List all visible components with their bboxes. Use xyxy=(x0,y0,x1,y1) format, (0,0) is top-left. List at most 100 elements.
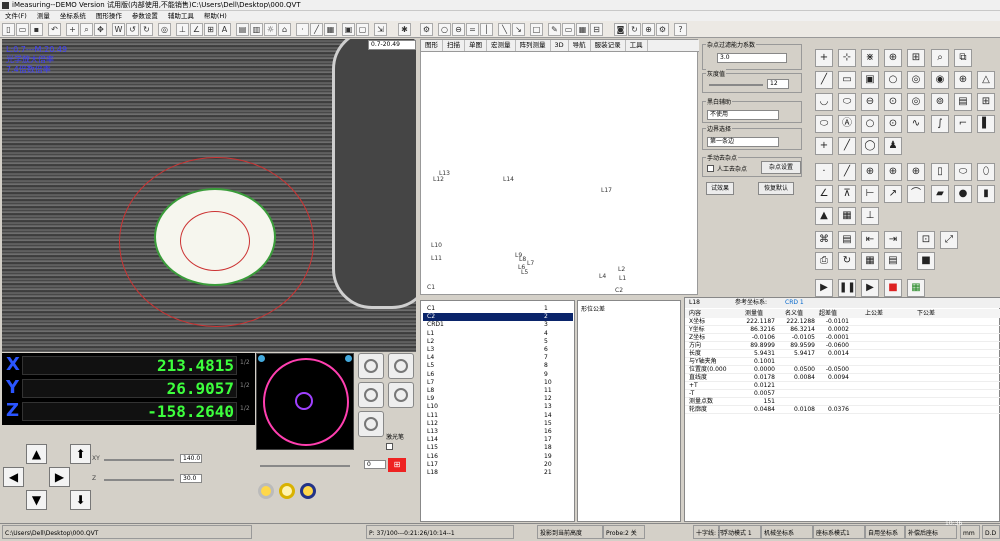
line-tool-icon[interactable]: ╱ xyxy=(838,137,856,155)
feature-list-item[interactable]: L5 8 xyxy=(423,362,573,370)
ring-fit-icon[interactable]: ◎ xyxy=(907,93,925,111)
dot-icon[interactable]: · xyxy=(815,163,833,181)
light-icon[interactable]: ☼ xyxy=(264,23,277,36)
arrow-icon[interactable]: ↘ xyxy=(512,23,525,36)
move-up-button[interactable]: ▲ xyxy=(26,444,47,464)
focus-slider[interactable] xyxy=(260,465,350,467)
fill-circle-icon[interactable]: ● xyxy=(954,185,972,203)
z-up-button[interactable]: ⬆ xyxy=(70,444,91,464)
result-row[interactable]: 直线度 0.0178 0.0084 0.0094 xyxy=(685,374,1000,382)
expand-icon[interactable]: ⊞ xyxy=(977,93,995,111)
auto-circle-icon[interactable]: ◉ xyxy=(931,71,949,89)
feature-list-item[interactable]: L13 16 xyxy=(423,428,573,436)
circle-tool-icon[interactable]: ○ xyxy=(884,71,902,89)
move-icon[interactable]: ✥ xyxy=(94,23,107,36)
tab-scan[interactable]: 扫描 xyxy=(443,40,465,51)
result-row[interactable]: 方向 89.8999 89.9599 -0.0600 xyxy=(685,342,1000,350)
feature-label[interactable]: L14 xyxy=(503,176,514,183)
feature-list-item[interactable]: L10 13 xyxy=(423,403,573,411)
lens-select[interactable]: 0.7-20.49 xyxy=(368,40,416,50)
feature-label[interactable]: L1 xyxy=(619,275,626,282)
calc-icon[interactable]: ▦ xyxy=(576,23,589,36)
rotate-right-icon[interactable]: ↻ xyxy=(140,23,153,36)
result-row[interactable]: Z坐标 -0.0106 -0.0105 -0.0001 xyxy=(685,334,1000,342)
select-box-icon[interactable]: □ xyxy=(530,23,543,36)
auto-icon[interactable]: A xyxy=(218,23,231,36)
feature-list-item[interactable]: L18 21 xyxy=(423,469,573,477)
rect-tool-icon[interactable]: ▭ xyxy=(838,71,856,89)
segment-light-button[interactable] xyxy=(358,382,384,408)
program-tool-icon[interactable]: ⌘ xyxy=(815,231,833,249)
edit-icon[interactable]: ✎ xyxy=(548,23,561,36)
feature-label[interactable]: L5 xyxy=(521,269,528,276)
manual-checkbox[interactable] xyxy=(707,165,714,172)
feature-list-item[interactable]: CRD1 3 xyxy=(423,321,573,329)
circle-plus3-icon[interactable]: ⊕ xyxy=(907,163,925,181)
feature-label[interactable]: L7 xyxy=(527,260,534,267)
result-row[interactable]: Y坐标 86.3216 86.3214 0.0002 xyxy=(685,326,1000,334)
settings-icon[interactable]: ⚙ xyxy=(420,23,433,36)
graphics-view[interactable]: 图形 扫描 单图 宏测量 阵列测量 3D 导航 服装记录 工具 L12 L13 L14 L17 … xyxy=(420,39,699,295)
y-half-button[interactable]: 1/2 xyxy=(240,382,250,389)
z-down-button[interactable]: ⬇ xyxy=(70,490,91,510)
y-readout[interactable]: 26.9057 xyxy=(22,379,237,398)
feature-list-item[interactable]: C2 2 xyxy=(423,313,573,322)
intersection-icon[interactable]: ⋇ xyxy=(861,49,879,67)
circle-small-icon[interactable]: ◯ xyxy=(861,137,879,155)
tab-record[interactable]: 服装记录 xyxy=(591,40,626,51)
tab-graphics[interactable]: 图形 xyxy=(421,40,443,51)
focus-value[interactable]: 0 xyxy=(364,460,386,469)
ellipse-tool-icon[interactable]: ⊖ xyxy=(452,23,465,36)
result-row[interactable]: 与Y轴夹角 0.1001 xyxy=(685,358,1000,366)
circle-plus-icon[interactable]: ⊕ xyxy=(861,163,879,181)
slot-icon[interactable]: ⬭ xyxy=(954,163,972,181)
triangle-icon[interactable]: △ xyxy=(977,71,995,89)
camera-view[interactable]: L:0.7---M:20.49 光学放大倍率 7.4倍数倍率 xyxy=(2,39,416,352)
z-readout[interactable]: -158.2640 xyxy=(22,402,237,421)
result-row[interactable]: +T 0.0121 xyxy=(685,382,1000,390)
z-speed-value[interactable]: 30.0 xyxy=(180,474,202,483)
ellipse-fit-icon[interactable]: ⊖ xyxy=(861,93,879,111)
segment-light-button[interactable] xyxy=(388,382,414,408)
result-row[interactable]: -T 0.0057 xyxy=(685,390,1000,398)
play-icon[interactable]: ▶ xyxy=(815,279,833,297)
feature-list-item[interactable]: L7 10 xyxy=(423,379,573,387)
rotate-left-icon[interactable]: ↺ xyxy=(126,23,139,36)
image-icon[interactable]: ▥ xyxy=(250,23,263,36)
ring-light-button[interactable] xyxy=(388,353,414,379)
feature-label[interactable]: L4 xyxy=(599,273,606,280)
move-left-button[interactable]: ◀ xyxy=(3,467,24,487)
eraser-icon[interactable]: ▰ xyxy=(931,185,949,203)
move-right-button[interactable]: ▶ xyxy=(49,467,70,487)
undo-icon[interactable]: ↶ xyxy=(48,23,61,36)
tolerance-tree[interactable]: 形位公差 xyxy=(577,300,681,522)
xy-speed-slider[interactable] xyxy=(104,459,174,461)
result-row[interactable]: X坐标 222.1187 222.1288 -0.0101 xyxy=(685,318,1000,326)
line-icon[interactable]: ╱ xyxy=(815,71,833,89)
tab-single[interactable]: 单图 xyxy=(465,40,487,51)
wave-icon[interactable]: ∿ xyxy=(907,115,925,133)
gear-icon[interactable]: ⚙ xyxy=(656,23,669,36)
fold-icon[interactable]: ↗ xyxy=(884,185,902,203)
export-icon[interactable]: ⇲ xyxy=(374,23,387,36)
shape-icon[interactable]: ⌒ xyxy=(907,185,925,203)
focus-point-icon[interactable]: ⊚ xyxy=(931,93,949,111)
feature-list-item[interactable]: L6 9 xyxy=(423,371,573,379)
xy-speed-value[interactable]: 140.0 xyxy=(180,454,202,463)
feature-label[interactable]: L17 xyxy=(601,187,612,194)
grid-tool-icon[interactable]: ▦ xyxy=(838,207,856,225)
focus-icon[interactable]: ◎ xyxy=(158,23,171,36)
import-icon[interactable]: ⇤ xyxy=(861,231,879,249)
red-mark-icon[interactable]: ▌ xyxy=(977,115,995,133)
small-circle-icon[interactable]: ○ xyxy=(861,115,879,133)
line-tool-icon[interactable]: │ xyxy=(480,23,493,36)
box-tool-icon[interactable]: ▣ xyxy=(861,71,879,89)
table-tool-icon[interactable]: ▦ xyxy=(861,252,879,270)
list-tool-icon[interactable]: ▤ xyxy=(884,252,902,270)
noise-settings-button[interactable]: 杂点设置 xyxy=(761,161,801,174)
new-file-icon[interactable]: ▯ xyxy=(2,23,15,36)
zoom-icon[interactable]: ⌕ xyxy=(80,23,93,36)
feature-list-item[interactable]: L15 18 xyxy=(423,444,573,452)
slash-icon[interactable]: ╲ xyxy=(498,23,511,36)
shape-icon[interactable]: ⌂ xyxy=(278,23,291,36)
